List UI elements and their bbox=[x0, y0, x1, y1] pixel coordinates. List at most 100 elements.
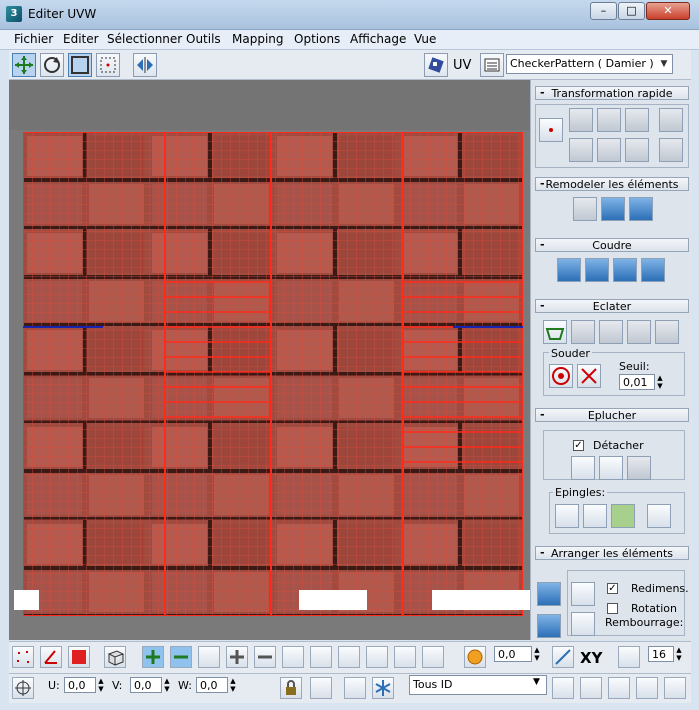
reset-peel-icon[interactable] bbox=[627, 456, 651, 480]
menu-fichier[interactable]: Fichier bbox=[14, 32, 53, 46]
menu-outils[interactable]: Outils bbox=[186, 32, 221, 46]
zoom-icon[interactable] bbox=[580, 677, 602, 699]
rollout-eplucher[interactable]: - Eplucher bbox=[535, 408, 689, 422]
straighten-selection-icon[interactable] bbox=[573, 197, 597, 221]
menu-selectionner[interactable]: Sélectionner bbox=[107, 32, 182, 46]
menu-mapping[interactable]: Mapping bbox=[232, 32, 284, 46]
vertex-mode-icon[interactable] bbox=[12, 646, 34, 668]
lscm-icon[interactable] bbox=[599, 456, 623, 480]
weld-selected-icon[interactable] bbox=[577, 364, 601, 388]
ring-shrink-icon[interactable] bbox=[338, 646, 360, 668]
pan-icon[interactable] bbox=[552, 677, 574, 699]
uv-viewport[interactable] bbox=[9, 80, 530, 640]
space-horizontal-icon[interactable] bbox=[659, 108, 683, 132]
u-spinner[interactable]: ▲ ▼ bbox=[96, 677, 106, 693]
falloff-input[interactable]: 0,0 bbox=[494, 646, 532, 662]
pack-custom-icon[interactable] bbox=[571, 582, 595, 606]
chevron-down-icon[interactable]: ▼ bbox=[533, 677, 540, 687]
material-id-select[interactable]: Tous ID bbox=[409, 675, 547, 695]
circle-icon[interactable] bbox=[629, 197, 653, 221]
zoom-region-icon[interactable] bbox=[608, 677, 630, 699]
unpin-icon[interactable] bbox=[583, 504, 607, 528]
scale-tool-icon[interactable] bbox=[68, 53, 92, 77]
update-map-icon[interactable] bbox=[424, 53, 448, 77]
break-icon[interactable] bbox=[655, 320, 679, 344]
polygon-mode-icon[interactable] bbox=[68, 646, 90, 668]
pack-together-icon[interactable] bbox=[537, 614, 561, 638]
ring-grow-icon[interactable] bbox=[282, 646, 304, 668]
v-spinner[interactable]: ▲ ▼ bbox=[162, 677, 172, 693]
w-input[interactable]: 0,0 bbox=[196, 677, 228, 693]
detach-checkbox[interactable]: ✓ bbox=[573, 440, 584, 451]
stitch-source-icon[interactable] bbox=[641, 258, 665, 282]
maximize-button[interactable]: □ bbox=[618, 2, 645, 20]
texture-select[interactable]: CheckerPattern ( Damier ) bbox=[506, 54, 673, 74]
uv-texture-map[interactable] bbox=[22, 131, 524, 617]
menu-affichage[interactable]: Affichage bbox=[350, 32, 406, 46]
hide-icon[interactable] bbox=[310, 677, 332, 699]
relax-icon[interactable] bbox=[601, 197, 625, 221]
chevron-down-icon[interactable]: ▼ bbox=[656, 55, 672, 73]
uv-axis-label[interactable]: UV bbox=[453, 58, 471, 73]
pack-normalize-icon[interactable] bbox=[537, 582, 561, 606]
zoom-extents-icon[interactable] bbox=[636, 677, 658, 699]
align-vertical-icon[interactable] bbox=[569, 138, 593, 162]
paint-select-icon[interactable] bbox=[366, 646, 388, 668]
pin-icon[interactable] bbox=[555, 504, 579, 528]
element-mode-icon[interactable] bbox=[104, 646, 126, 668]
paint-grow-icon[interactable] bbox=[394, 646, 416, 668]
rollout-remodeler[interactable]: - Remodeler les éléments bbox=[535, 177, 689, 191]
weld-target-icon[interactable] bbox=[549, 364, 573, 388]
rollout-coudre[interactable]: - Coudre bbox=[535, 238, 689, 252]
ring-icon[interactable] bbox=[310, 646, 332, 668]
stitch-average-icon[interactable] bbox=[613, 258, 637, 282]
loop-shrink-icon[interactable] bbox=[254, 646, 276, 668]
rotate-tool-icon[interactable] bbox=[40, 53, 64, 77]
grow-selection-icon[interactable] bbox=[142, 646, 164, 668]
menu-options[interactable]: Options bbox=[294, 32, 340, 46]
rollout-eclater[interactable]: - Eclater bbox=[535, 299, 689, 313]
quick-peel-icon[interactable] bbox=[571, 456, 595, 480]
options-list-icon[interactable] bbox=[480, 53, 504, 77]
light-icon[interactable] bbox=[344, 677, 366, 699]
pixel-snap-icon[interactable] bbox=[664, 677, 686, 699]
pivot-icon[interactable] bbox=[539, 118, 563, 142]
threshold-spinner[interactable]: ▲ ▼ bbox=[655, 374, 665, 390]
threshold-input[interactable]: 0,01 bbox=[619, 374, 655, 390]
falloff-line-icon[interactable] bbox=[552, 646, 574, 668]
space-vertical-icon[interactable] bbox=[659, 138, 683, 162]
w-spinner[interactable]: ▲ ▼ bbox=[228, 677, 238, 693]
zoom-input[interactable]: 16 bbox=[648, 646, 674, 662]
rescale-checkbox[interactable]: ✓ bbox=[607, 583, 618, 594]
straighten-icon[interactable] bbox=[597, 138, 621, 162]
auto-pin-icon[interactable] bbox=[611, 504, 635, 528]
select-pinned-icon[interactable] bbox=[647, 504, 671, 528]
flatten-by-material-icon[interactable] bbox=[627, 320, 651, 344]
rotate-90-icon[interactable] bbox=[625, 108, 649, 132]
freeform-tool-icon[interactable] bbox=[96, 53, 120, 77]
align-diagonal-icon[interactable] bbox=[597, 108, 621, 132]
align-horizontal-icon[interactable] bbox=[569, 108, 593, 132]
rollout-transformation[interactable]: - Transformation rapide bbox=[535, 86, 689, 100]
menu-vue[interactable]: Vue bbox=[414, 32, 436, 46]
paint-shrink-icon[interactable] bbox=[422, 646, 444, 668]
stitch-target-icon[interactable] bbox=[585, 258, 609, 282]
v-input[interactable]: 0,0 bbox=[130, 677, 162, 693]
edge-mode-icon[interactable] bbox=[40, 646, 62, 668]
xy-axis-toggle[interactable]: XY bbox=[580, 649, 602, 667]
loop-icon[interactable] bbox=[226, 646, 248, 668]
pack-recursive-icon[interactable] bbox=[571, 612, 595, 636]
stitch-custom-icon[interactable] bbox=[557, 258, 581, 282]
zoom-spinner[interactable]: ▲ ▼ bbox=[674, 646, 684, 662]
minimize-button[interactable]: – bbox=[590, 2, 617, 20]
freeze-icon[interactable] bbox=[372, 677, 394, 699]
mirror-tool-icon[interactable] bbox=[133, 53, 157, 77]
menu-editer[interactable]: Editer bbox=[63, 32, 99, 46]
flatten-by-smoothing-icon[interactable] bbox=[599, 320, 623, 344]
soft-selection-icon[interactable] bbox=[464, 646, 486, 668]
rotation-checkbox[interactable] bbox=[607, 603, 618, 614]
flatten-icon[interactable] bbox=[543, 320, 567, 344]
loop-grow-icon[interactable] bbox=[198, 646, 220, 668]
falloff-spinner[interactable]: ▲ ▼ bbox=[532, 646, 542, 662]
u-input[interactable]: 0,0 bbox=[64, 677, 96, 693]
